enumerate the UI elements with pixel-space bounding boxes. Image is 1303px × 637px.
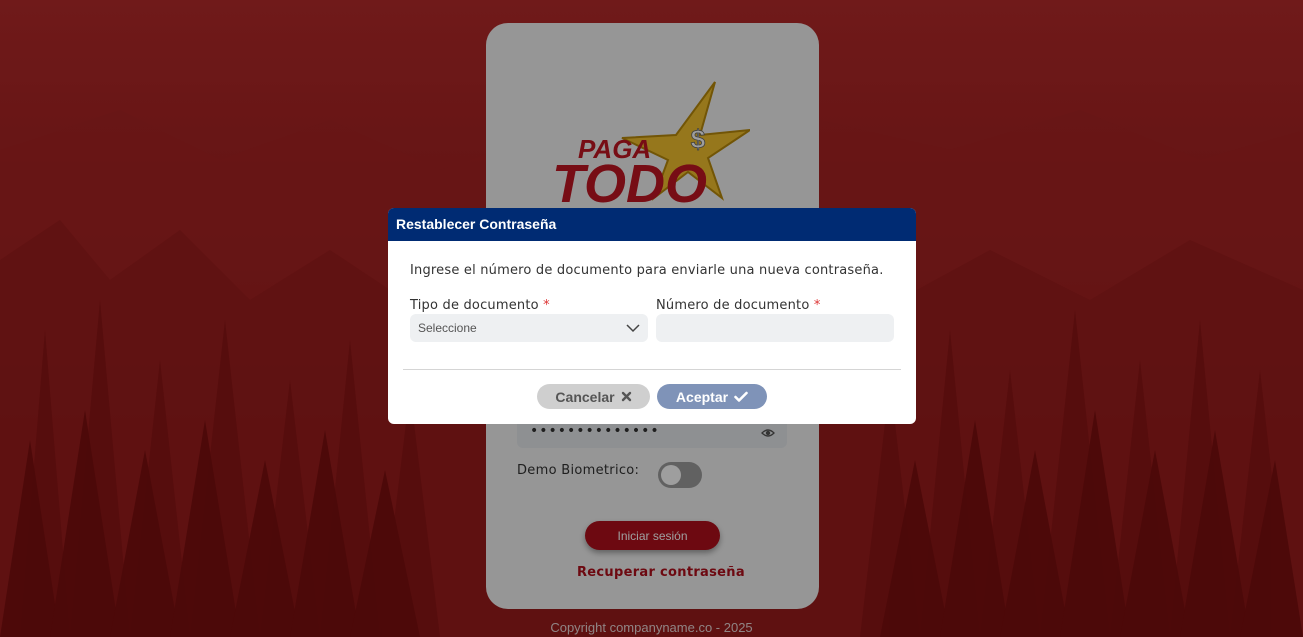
doc-number-label: Número de documento * — [656, 298, 821, 313]
chevron-down-icon — [626, 324, 640, 333]
close-icon — [621, 391, 631, 402]
doc-type-label: Tipo de documento * — [410, 298, 550, 313]
doc-type-selected-value: Seleccione — [418, 321, 477, 335]
required-mark: * — [813, 298, 821, 313]
reset-password-modal: Restablecer Contraseña Ingrese el número… — [388, 208, 916, 424]
doc-type-label-text: Tipo de documento — [410, 298, 539, 313]
doc-number-input[interactable] — [656, 314, 894, 342]
modal-intro-text: Ingrese el número de documento para envi… — [410, 263, 884, 278]
accept-button-label: Aceptar — [675, 388, 729, 405]
required-mark: * — [543, 298, 550, 313]
doc-type-select[interactable]: Seleccione — [410, 314, 648, 342]
accept-button[interactable]: Aceptar — [657, 384, 767, 409]
cancel-button-label: Cancelar — [555, 388, 615, 405]
check-icon — [734, 391, 748, 402]
modal-title: Restablecer Contraseña — [388, 208, 916, 241]
modal-divider — [403, 369, 901, 370]
cancel-button[interactable]: Cancelar — [537, 384, 650, 409]
doc-number-label-text: Número de documento — [656, 298, 810, 313]
